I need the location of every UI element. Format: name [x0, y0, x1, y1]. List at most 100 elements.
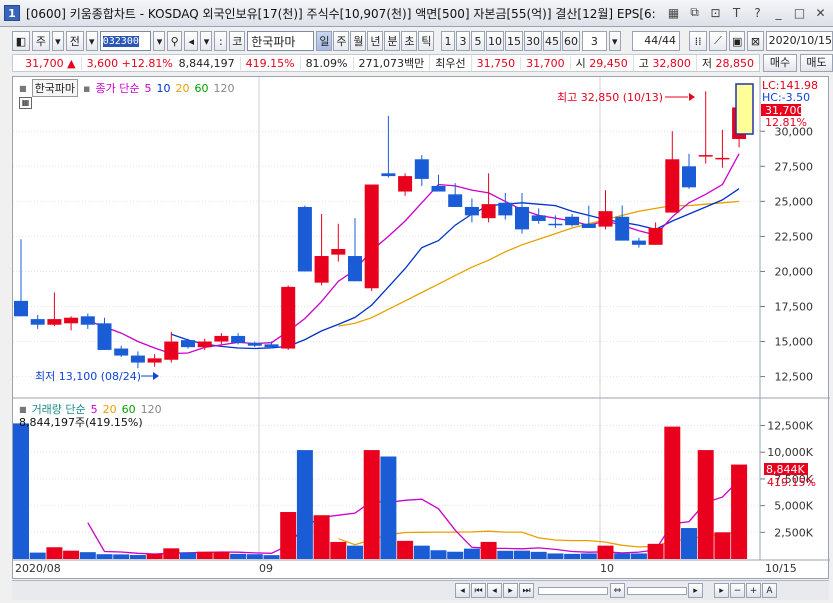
interval-button-1[interactable]: 1 — [441, 31, 456, 51]
stock-code-dropdown-icon[interactable]: ▾ — [153, 31, 166, 51]
scroll-right-icon[interactable]: ▸ — [688, 583, 703, 598]
period-all-dropdown-icon[interactable]: ▾ — [85, 31, 98, 51]
volume-bar — [681, 528, 697, 559]
sell-button[interactable]: 매도 — [800, 54, 833, 72]
candle-body — [348, 256, 362, 282]
period-tab-4[interactable]: 분 — [384, 31, 401, 51]
line-tool-icon[interactable]: ⟋ — [709, 31, 727, 51]
scroll-track[interactable] — [627, 586, 687, 595]
last-pct-label: 12.81% — [765, 116, 807, 129]
candle-body — [281, 286, 296, 349]
interval-select[interactable]: 3 — [582, 31, 607, 51]
volume-bar — [230, 553, 247, 559]
zoom-in-icon[interactable]: + — [746, 583, 761, 598]
volume-bar — [63, 550, 80, 559]
settings-icon[interactable]: T — [728, 4, 745, 21]
date-field[interactable]: 2020/10/15 — [765, 31, 833, 51]
interval-button-10[interactable]: 10 — [486, 31, 505, 51]
title-bar: 1 [0600] 키움종합차트 - KOSDAQ 외국인보유[17(천)] 주식… — [0, 0, 833, 27]
highlight-box — [735, 83, 754, 135]
calculator-icon[interactable]: ▦ — [665, 4, 682, 21]
candle-body — [648, 227, 663, 245]
period-tab-1[interactable]: 주 — [333, 31, 350, 51]
interval-button-5[interactable]: 5 — [471, 31, 486, 51]
period-tab-2[interactable]: 월 — [350, 31, 367, 51]
interval-button-60[interactable]: 60 — [562, 31, 581, 51]
candle-body — [548, 223, 563, 226]
table-icon[interactable]: ▦ — [19, 97, 32, 109]
zoom-handle-icon[interactable]: ⇔ — [610, 583, 625, 598]
scroll-first-icon[interactable]: ⏮ — [471, 583, 486, 598]
volume-value: 8,844,197 — [164, 56, 241, 70]
close-icon[interactable]: ✕ — [812, 4, 829, 21]
help-icon[interactable]: ? — [749, 4, 766, 21]
chart-menu-icon[interactable]: ◧ — [12, 31, 30, 51]
candle-body — [114, 348, 129, 356]
maximize-icon[interactable]: □ — [791, 4, 808, 21]
volume-bar — [463, 548, 480, 559]
candle-body — [665, 159, 680, 213]
volume-bar — [497, 550, 514, 559]
interval-button-3[interactable]: 3 — [456, 31, 471, 51]
legend-ma20: 20 — [175, 81, 190, 95]
volume-bar — [46, 547, 63, 559]
chart-area[interactable]: 12,500 15,000 17,500 20,000 22,500 25,000 27,5… — [12, 76, 830, 580]
x-label-sep: 09 — [259, 562, 273, 575]
sound-dropdown-icon[interactable]: ▾ — [200, 31, 213, 51]
period-tab-6[interactable]: 틱 — [418, 31, 435, 51]
minimize-icon[interactable]: _ — [770, 4, 787, 21]
stock-code-input[interactable]: 032300 — [99, 31, 152, 51]
link-icon[interactable]: ⧉ — [686, 4, 703, 21]
volume-bar — [480, 541, 497, 559]
candle-body — [381, 173, 396, 177]
buy-button[interactable]: 매수 — [763, 54, 797, 72]
period-main-button[interactable]: 주 — [31, 31, 50, 51]
candle-body — [64, 317, 79, 324]
last-volume-label: 8,844K — [766, 463, 805, 476]
candle-body — [47, 319, 62, 325]
high-annotation: 최고 32,850 (10/13) — [557, 91, 663, 104]
interval-button-45[interactable]: 45 — [543, 31, 562, 51]
sound-icon[interactable]: ◂ — [183, 31, 199, 51]
price-tick-label: 17,500 — [775, 300, 814, 313]
period-all-button[interactable]: 전 — [65, 31, 84, 51]
volume-bar — [397, 540, 414, 559]
scroll-last-icon[interactable]: ⏭ — [519, 583, 534, 598]
price-tick-label: 15,000 — [775, 336, 814, 349]
search-icon[interactable]: ⚲ — [167, 31, 182, 51]
scroll-prev-icon[interactable]: ◂ — [487, 583, 502, 598]
lock-icon[interactable]: ⊠ — [747, 31, 764, 51]
zoom-track[interactable] — [538, 586, 608, 595]
period-tab-0[interactable]: 일 — [316, 31, 333, 51]
volume-bar — [430, 550, 447, 559]
save-icon[interactable]: ▣ — [728, 31, 746, 51]
candle-body — [581, 223, 596, 228]
grid-icon[interactable]: ⁞⁞ — [689, 31, 708, 51]
interval-button-30[interactable]: 30 — [524, 31, 543, 51]
prev-stock-icon[interactable]: : — [214, 31, 228, 51]
scroll-next-icon[interactable]: ▸ — [503, 583, 518, 598]
legend-stock-name[interactable]: 한국파마 — [31, 79, 79, 97]
page-count: 44/44 — [631, 31, 680, 51]
window-title: [0600] 키움종합차트 - KOSDAQ 외국인보유[17(천)] 주식수[… — [26, 6, 656, 21]
volume-bar — [13, 423, 29, 559]
zoom-out-icon[interactable]: − — [730, 583, 745, 598]
open-price: 29,450 — [589, 57, 628, 70]
period-tab-5[interactable]: 초 — [401, 31, 418, 51]
chart-svg[interactable]: 12,500 15,000 17,500 20,000 22,500 25,000 27,5… — [13, 77, 830, 580]
period-main-dropdown-icon[interactable]: ▾ — [51, 31, 64, 51]
x-label-aug: 2020/08 — [15, 562, 61, 575]
candle-body — [615, 216, 630, 241]
print-icon[interactable]: ⊡ — [707, 4, 724, 21]
scroll-left-icon[interactable]: ◂ — [455, 583, 470, 598]
pref-label: 최우선 — [430, 55, 472, 71]
interval-dropdown-icon[interactable]: ▾ — [608, 31, 621, 51]
period-tab-3[interactable]: 년 — [367, 31, 384, 51]
candle-body — [481, 204, 496, 219]
interval-button-15[interactable]: 15 — [505, 31, 524, 51]
candle-body — [598, 211, 613, 227]
font-size-icon[interactable]: A — [762, 583, 777, 598]
scroll-end-icon[interactable]: ▸ — [714, 583, 729, 598]
candle-body — [364, 184, 379, 289]
volume-bar — [163, 548, 180, 559]
